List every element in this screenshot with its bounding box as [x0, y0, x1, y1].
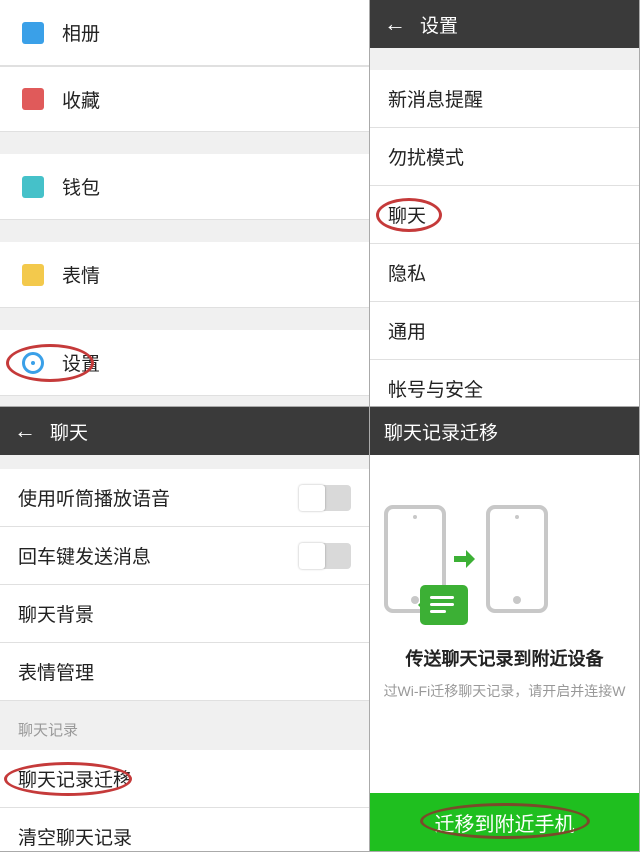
- menu-item-settings[interactable]: 设置: [0, 330, 369, 396]
- divider: [370, 48, 639, 70]
- panel-settings: ← 设置 新消息提醒 勿扰模式 聊天 隐私 通用 帐号与安全: [370, 0, 640, 407]
- menu-item-album[interactable]: 相册: [0, 0, 369, 66]
- migrate-main-text: 传送聊天记录到附近设备: [384, 645, 626, 671]
- sticker-icon: [18, 263, 48, 287]
- menu-item-favorites[interactable]: 收藏: [0, 66, 369, 132]
- menu-label: 收藏: [62, 86, 100, 113]
- row-chat-migrate[interactable]: 聊天记录迁移: [0, 750, 369, 808]
- section-label: 聊天记录: [0, 701, 369, 750]
- header-title: 聊天: [50, 418, 88, 445]
- panel-chat-settings: ← 聊天 使用听筒播放语音 回车键发送消息 聊天背景 表情管理 聊天记录 聊天记…: [0, 407, 370, 852]
- toggle-switch[interactable]: [299, 543, 351, 569]
- transfer-graphic: [384, 505, 626, 613]
- divider: [0, 132, 369, 154]
- divider: [0, 308, 369, 330]
- migrate-button[interactable]: 迁移到附近手机: [370, 793, 639, 851]
- item-label: 通用: [388, 317, 426, 344]
- divider: [0, 220, 369, 242]
- item-label: 聊天: [388, 201, 426, 228]
- header-bar: ← 聊天: [0, 407, 369, 455]
- item-label: 使用听筒播放语音: [18, 484, 170, 511]
- settings-item-privacy[interactable]: 隐私: [370, 244, 639, 302]
- row-chat-background[interactable]: 聊天背景: [0, 585, 369, 643]
- phone-icon: [486, 505, 548, 613]
- settings-item-notifications[interactable]: 新消息提醒: [370, 70, 639, 128]
- settings-item-general[interactable]: 通用: [370, 302, 639, 360]
- header-title: 聊天记录迁移: [384, 418, 498, 445]
- toggle-earpiece[interactable]: 使用听筒播放语音: [0, 469, 369, 527]
- chat-bubble-icon: [420, 585, 468, 625]
- item-label: 回车键发送消息: [18, 542, 151, 569]
- settings-icon: [18, 351, 48, 375]
- panel-me-list: 相册 收藏 钱包 表情 设置: [0, 0, 370, 407]
- item-label: 清空聊天记录: [18, 823, 132, 850]
- wallet-icon: [18, 175, 48, 199]
- item-label: 帐号与安全: [388, 375, 483, 402]
- item-label: 表情管理: [18, 658, 94, 685]
- settings-item-dnd[interactable]: 勿扰模式: [370, 128, 639, 186]
- settings-item-account-security[interactable]: 帐号与安全: [370, 360, 639, 407]
- menu-label: 钱包: [62, 173, 100, 200]
- item-label: 勿扰模式: [388, 143, 464, 170]
- divider: [0, 455, 369, 469]
- toggle-switch[interactable]: [299, 485, 351, 511]
- header-bar: 聊天记录迁移: [370, 407, 639, 455]
- settings-item-chat[interactable]: 聊天: [370, 186, 639, 244]
- menu-label: 设置: [62, 349, 100, 376]
- row-sticker-manage[interactable]: 表情管理: [0, 643, 369, 701]
- button-label: 迁移到附近手机: [435, 808, 575, 837]
- back-icon[interactable]: ←: [384, 13, 406, 35]
- item-label: 新消息提醒: [388, 85, 483, 112]
- row-chat-clear[interactable]: 清空聊天记录: [0, 808, 369, 852]
- back-icon[interactable]: ←: [14, 420, 36, 442]
- item-label: 聊天背景: [18, 600, 94, 627]
- migrate-sub-text: 过Wi-Fi迁移聊天记录，请开启并连接W: [384, 681, 626, 701]
- header-title: 设置: [420, 11, 458, 38]
- arrow-right-icon: [454, 547, 478, 571]
- album-icon: [18, 21, 48, 45]
- menu-label: 相册: [62, 19, 100, 46]
- menu-label: 表情: [62, 261, 100, 288]
- panel-chat-migrate: 聊天记录迁移 传送聊天记录到附近设备 过Wi-Fi迁移聊天记录，请开启并连接W …: [370, 407, 640, 852]
- header-bar: ← 设置: [370, 0, 639, 48]
- menu-item-stickers[interactable]: 表情: [0, 242, 369, 308]
- favorite-icon: [18, 87, 48, 111]
- toggle-enter-send[interactable]: 回车键发送消息: [0, 527, 369, 585]
- item-label: 聊天记录迁移: [18, 765, 132, 792]
- item-label: 隐私: [388, 259, 426, 286]
- menu-item-wallet[interactable]: 钱包: [0, 154, 369, 220]
